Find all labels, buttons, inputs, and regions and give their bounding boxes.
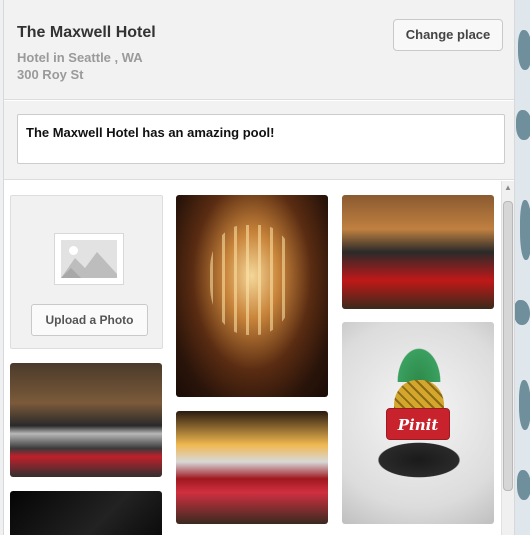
upload-photo-button[interactable]: Upload a Photo [31, 304, 148, 336]
photo-scrollbar[interactable]: ▲ [501, 181, 514, 535]
pineapple-tile-photo[interactable]: Pinit [342, 322, 494, 524]
description-field[interactable]: The Maxwell Hotel has an amazing pool! [17, 114, 505, 164]
scroll-thumb[interactable] [503, 201, 513, 491]
place-header: The Maxwell Hotel Hotel in Seattle , WA … [4, 0, 514, 100]
map-background [514, 0, 530, 535]
place-name: The Maxwell Hotel [17, 24, 156, 41]
hotel-room-red-bed-photo[interactable] [342, 195, 494, 309]
place-type: Hotel in Seattle , WA [17, 50, 143, 65]
place-address: 300 Roy St [17, 67, 84, 82]
scroll-up-arrow-icon[interactable]: ▲ [502, 181, 514, 195]
description-section: The Maxwell Hotel has an amazing pool! [4, 101, 514, 180]
chandelier-photo[interactable] [176, 195, 328, 397]
change-place-button[interactable]: Change place [393, 19, 503, 51]
image-placeholder-icon [54, 233, 124, 285]
hotel-bed-photo[interactable] [176, 411, 328, 524]
pinit-button[interactable]: Pinit [386, 408, 450, 440]
place-dialog: The Maxwell Hotel Hotel in Seattle , WA … [3, 0, 515, 535]
upload-photo-card: Upload a Photo [10, 195, 163, 349]
photo-grid: Upload a Photo Pinit [4, 181, 501, 535]
dark-photo[interactable] [10, 491, 162, 535]
hotel-room-bed-photo[interactable] [10, 363, 162, 477]
